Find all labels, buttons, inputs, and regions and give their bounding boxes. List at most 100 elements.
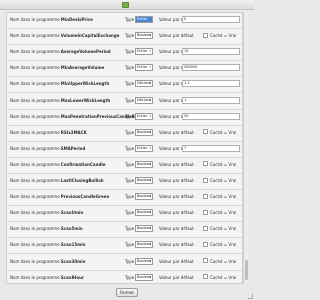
type-select[interactable]: Entier ▾	[135, 64, 153, 72]
chevron-down-icon: ▾	[149, 65, 151, 70]
type-select[interactable]: Entier ▾	[135, 48, 153, 56]
parameter-row: Nom dans le programmeScan15min Type Boolea…	[7, 238, 242, 255]
name-prefix-label: Nom dans le programme	[10, 97, 60, 103]
type-label: Type	[125, 161, 135, 167]
type-select-value: Entier	[137, 65, 148, 70]
parameter-row: Nom dans le programmeMinUpperWickLength T…	[7, 77, 242, 94]
parameter-row: Nom dans le programmeMinDealsPrice Type En…	[7, 13, 242, 29]
parameter-name: Nom dans le programmeScan5min	[10, 226, 83, 231]
parameter-name-value: RSIx3MACK	[60, 129, 87, 135]
parameter-name: Nom dans le programmeMinUpperWickLength	[10, 81, 109, 86]
type-select[interactable]: Boolean ▾	[135, 273, 153, 281]
type-label: Type	[125, 65, 135, 71]
hidden-true-label: Caché = Vrai	[210, 258, 237, 264]
hidden-checkbox[interactable]	[203, 225, 208, 231]
type-label: Type	[125, 242, 135, 248]
parameter-row: Nom dans le programmeMaxLowerWickLength T…	[7, 94, 242, 110]
title-bar	[0, 0, 254, 10]
hidden-checkbox[interactable]	[203, 241, 208, 247]
type-label: Type	[125, 49, 135, 55]
hidden-checkbox[interactable]	[203, 177, 208, 183]
hidden-checkbox[interactable]	[203, 193, 208, 199]
hidden-checkbox[interactable]	[203, 274, 208, 280]
hidden-true-label: Caché = Vrai	[210, 274, 237, 280]
type-select[interactable]: Boolean ▾	[135, 128, 153, 136]
parameter-name-value: ScanUmin	[60, 210, 84, 216]
parameter-row: Nom dans le programmeMaxPenetrationPrevi…	[7, 110, 242, 126]
type-select[interactable]: Boolean ▾	[135, 160, 153, 168]
type-label: Type	[125, 97, 135, 103]
name-prefix-label: Nom dans le programme	[10, 194, 60, 200]
type-select[interactable]: Entier ▾	[135, 112, 153, 120]
parameter-row: Nom dans le programmePreviousCandleGreen…	[7, 190, 242, 207]
type-select-value: Entier	[137, 145, 148, 150]
hidden-true-label: Caché = Vrai	[210, 33, 237, 39]
default-value-label: Valeur par défaut	[159, 210, 194, 216]
hidden-checkbox[interactable]	[203, 32, 208, 38]
chevron-down-icon: ▾	[149, 33, 151, 38]
chevron-down-icon: ▾	[149, 129, 151, 134]
default-value-label: Valeur par défaut	[159, 129, 194, 135]
default-value-label: Valeur par défaut	[159, 178, 194, 183]
hidden-checkbox[interactable]	[203, 209, 208, 215]
type-label: Type	[125, 129, 135, 135]
vertical-scrollbar[interactable]	[243, 12, 248, 284]
chevron-down-icon: ▾	[149, 161, 151, 166]
default-value-input[interactable]: 1	[182, 96, 240, 104]
default-value-input[interactable]: 300000	[182, 64, 240, 72]
parameter-row: Nom dans le programmeConfirmationCandle T…	[7, 158, 242, 174]
default-value-input[interactable]: 0	[182, 16, 240, 23]
name-prefix-label: Nom dans le programme	[10, 274, 60, 280]
name-prefix-label: Nom dans le programme	[10, 129, 60, 135]
hidden-true-label: Caché = Vrai	[210, 194, 237, 200]
default-value-input[interactable]: 50	[182, 112, 240, 120]
hidden-checkbox[interactable]	[203, 161, 208, 167]
type-select[interactable]: Boolean ▾	[135, 193, 153, 201]
chevron-down-icon: ▾	[149, 145, 151, 150]
parameter-name-value: MinUpperWickLength	[60, 81, 110, 87]
parameter-name: Nom dans le programmeLastIClosingBullish	[10, 178, 104, 183]
name-prefix-label: Nom dans le programme	[10, 242, 60, 248]
default-value-input[interactable]: 1.1	[182, 80, 240, 88]
parameter-name-value: MinDealsPrice	[60, 17, 93, 22]
parameter-row: Nom dans le programmeRSIx3MACK Type Boolea…	[7, 126, 242, 142]
parameters-list: Nom dans le programmeMinDealsPrice Type En…	[6, 12, 243, 284]
parameter-name-value: LastIClosingBullish	[60, 178, 104, 183]
scrollbar-thumb[interactable]	[245, 260, 248, 280]
parameter-name: Nom dans le programmeConfirmationCandle	[10, 162, 105, 167]
parameter-name: Nom dans le programmeScanUmin	[10, 210, 83, 215]
type-select[interactable]: Boolean ▾	[135, 225, 153, 233]
type-select[interactable]: Boolean ▾	[135, 209, 153, 217]
default-value-input[interactable]: 7	[182, 144, 240, 152]
parameter-name: Nom dans le programmeMinAverageVolume	[10, 65, 104, 70]
name-prefix-label: Nom dans le programme	[10, 258, 60, 264]
type-select[interactable]: Décimal ▾	[135, 80, 153, 88]
type-select[interactable]: Décimal ▾	[135, 96, 153, 104]
type-select[interactable]: Boolean ▾	[135, 257, 153, 265]
parameter-name-value: ScanIHour	[60, 274, 84, 280]
default-value-input[interactable]: 10	[182, 48, 240, 56]
chevron-down-icon: ▾	[149, 274, 151, 279]
parameter-row: Nom dans le programmeSMAPeriod Type Entier…	[7, 142, 242, 158]
hidden-checkbox[interactable]	[203, 258, 208, 263]
resize-grip[interactable]	[248, 294, 253, 299]
type-select-value: Entier	[137, 49, 148, 54]
parameter-row: Nom dans le programmeScanIHour Type Boolea…	[7, 271, 242, 283]
type-label: Type	[125, 258, 135, 264]
hidden-checkbox[interactable]	[203, 129, 208, 135]
type-select[interactable]: Boolean ▾	[135, 241, 153, 249]
chevron-down-icon: ▾	[149, 242, 151, 247]
close-button[interactable]: Fermer	[116, 288, 138, 297]
name-prefix-label: Nom dans le programme	[10, 178, 60, 183]
name-prefix-label: Nom dans le programme	[10, 33, 60, 39]
type-select[interactable]: Entier ▾	[135, 144, 153, 152]
type-select[interactable]: Entier ▾	[135, 16, 153, 23]
parameter-name-value: Scan15min	[60, 242, 86, 248]
hidden-true-label: Caché = Vrai	[210, 242, 237, 248]
type-label: Type	[125, 274, 135, 280]
parameter-name-value: Scan30min	[60, 258, 86, 264]
type-select[interactable]: Boolean ▾	[135, 177, 153, 184]
chevron-down-icon: ▾	[149, 17, 151, 21]
type-select[interactable]: Boolean ▾	[135, 32, 153, 40]
parameter-name-value: MaxLowerWickLength	[60, 97, 111, 103]
